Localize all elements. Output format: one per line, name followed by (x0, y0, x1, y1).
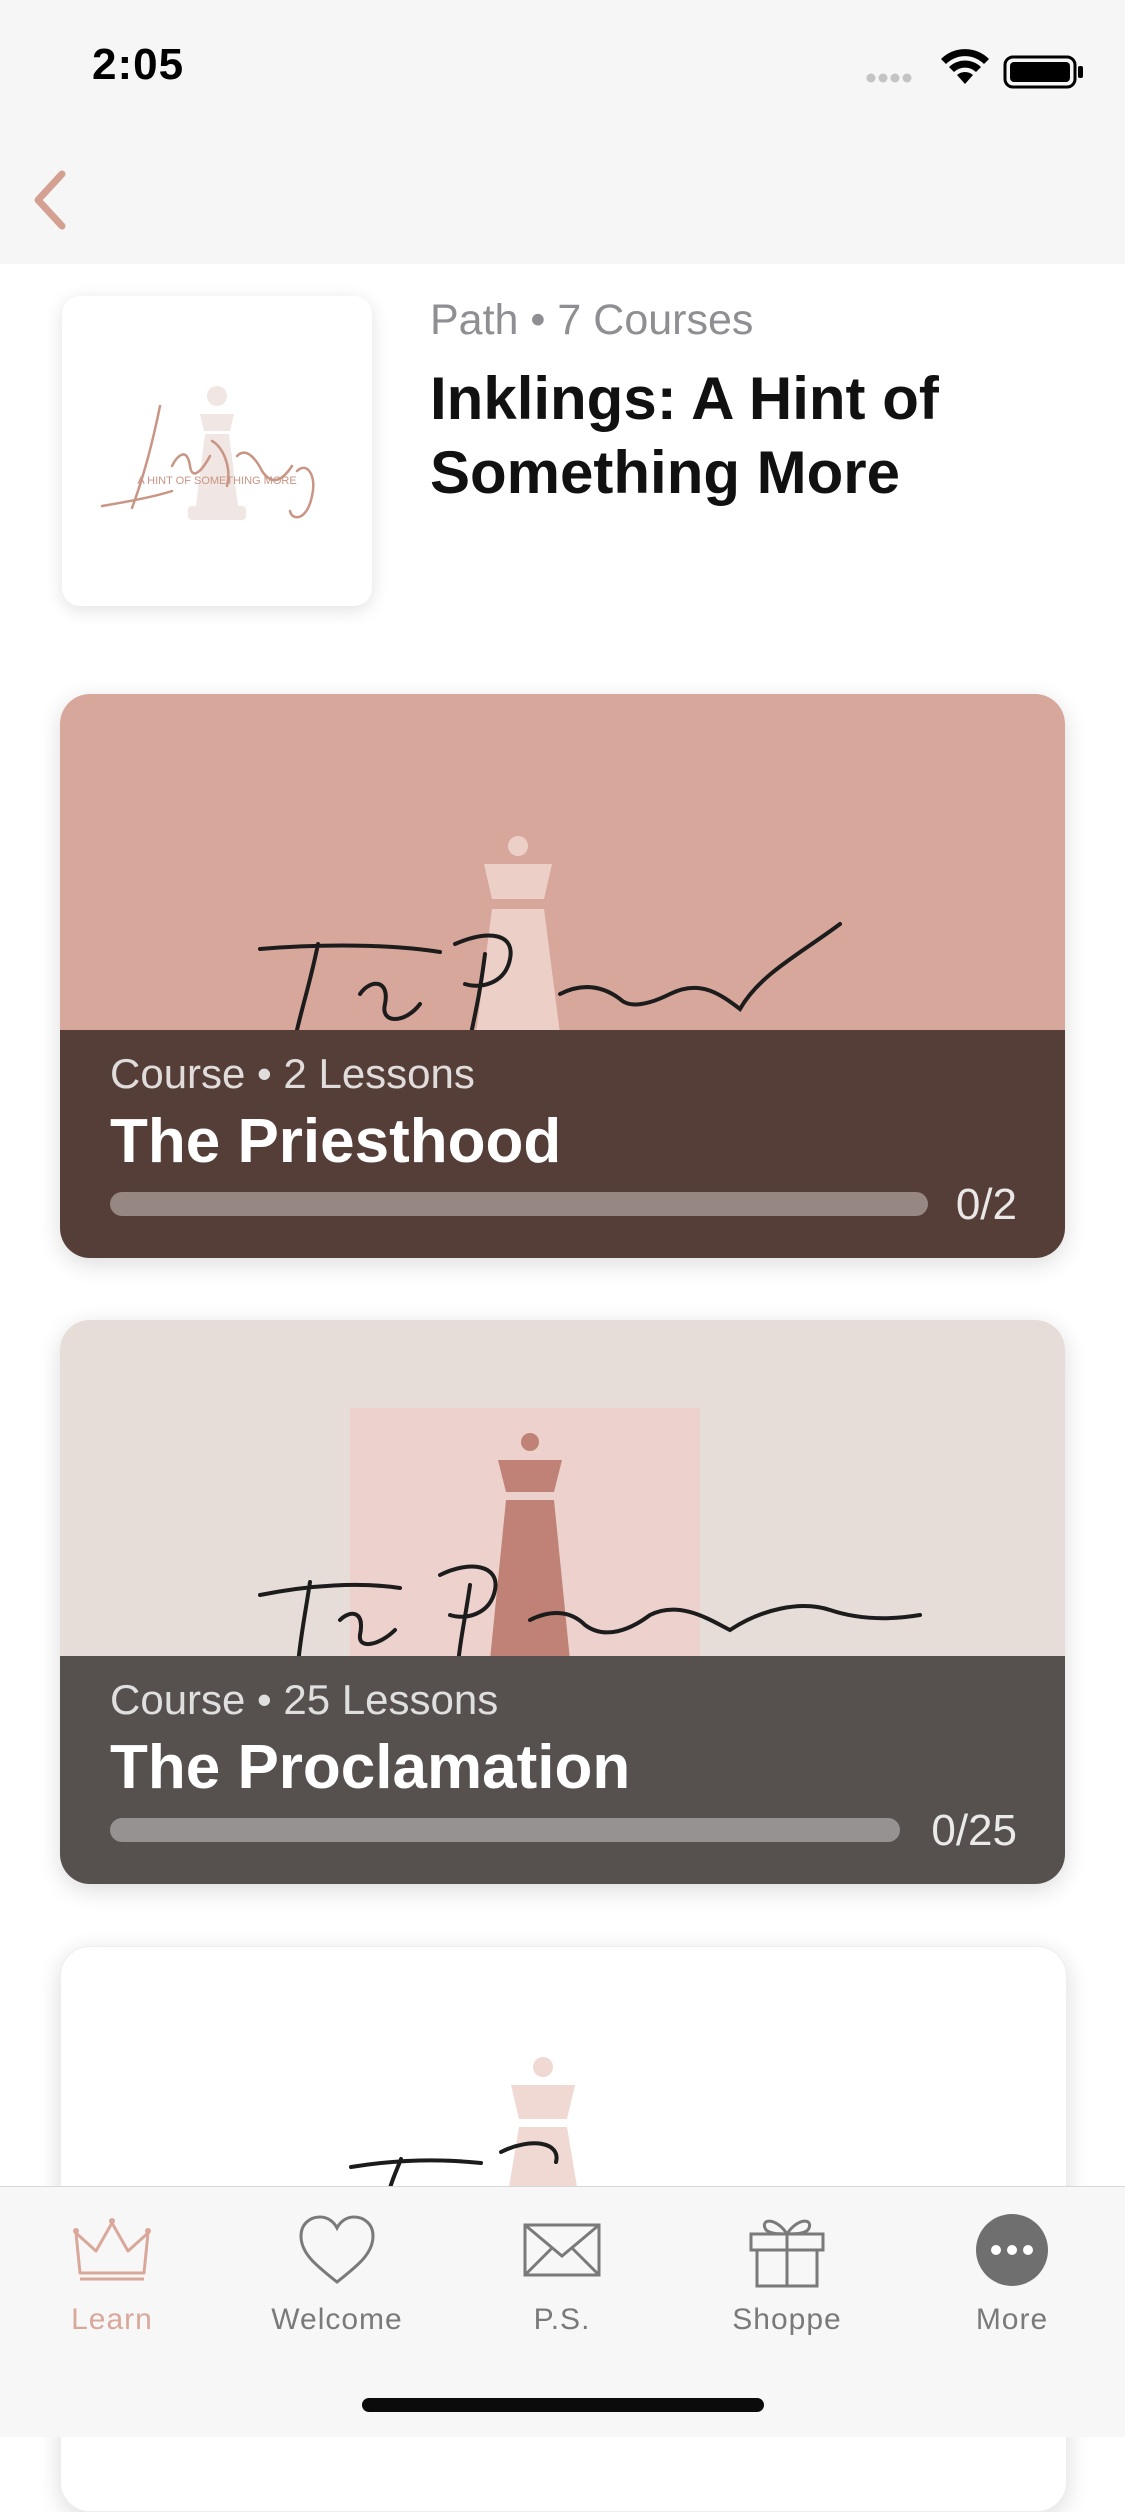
tab-more[interactable]: More (912, 2207, 1112, 2347)
tab-ps[interactable]: P.S. (462, 2207, 662, 2347)
chevron-left-icon (34, 170, 66, 230)
course-info-panel: Course • 25 Lessons The Proclamation 0/2… (60, 1656, 1065, 1884)
course-title: The Proclamation (110, 1733, 631, 1802)
course-title: The Priesthood (110, 1107, 562, 1176)
home-indicator (362, 2398, 764, 2412)
course-card-priesthood[interactable]: Course • 2 Lessons The Priesthood 0/2 (60, 694, 1065, 1258)
svg-text:A HINT OF SOMETHING MORE: A HINT OF SOMETHING MORE (137, 475, 296, 487)
more-icon (976, 2214, 1048, 2286)
chess-queen-icon (349, 2057, 577, 2194)
course-card-proclamation[interactable]: Course • 25 Lessons The Proclamation 0/2… (60, 1320, 1065, 1884)
wifi-icon (941, 49, 989, 84)
course-meta: Course • 25 Lessons (110, 1676, 499, 1723)
envelope-icon (523, 2223, 601, 2277)
tab-label: More (975, 2303, 1049, 2336)
status-icons (866, 49, 1083, 89)
tab-label: Welcome (271, 2303, 403, 2336)
chess-queen-icon (258, 836, 842, 1041)
crown-icon (73, 2218, 151, 2281)
tab-label: Shoppe (732, 2303, 842, 2336)
tab-label: Learn (71, 2303, 153, 2336)
inklings-logo: A HINT OF SOMETHING MORE (100, 386, 315, 520)
tab-shoppe[interactable]: Shoppe (687, 2207, 887, 2347)
back-button[interactable] (20, 160, 80, 240)
progress-bar (110, 1818, 900, 1842)
tab-label: P.S. (533, 2303, 591, 2336)
cellular-signal-icon (866, 73, 912, 83)
course-artwork (60, 694, 1065, 1041)
top-bar: 2:05 (0, 0, 1125, 264)
course-meta: Course • 2 Lessons (110, 1050, 475, 1097)
page-title: Inklings: A Hint of Something More (430, 365, 939, 506)
course-info-panel: Course • 2 Lessons The Priesthood 0/2 (60, 1030, 1065, 1258)
tab-learn[interactable]: Learn (12, 2207, 212, 2347)
path-thumbnail: A HINT OF SOMETHING MORE (62, 296, 372, 606)
progress-count: 0/2 (955, 1180, 1017, 1229)
progress-bar (110, 1192, 928, 1216)
heart-icon (299, 2215, 375, 2284)
battery-icon (1003, 55, 1083, 89)
tab-welcome[interactable]: Welcome (237, 2207, 437, 2347)
status-time: 2:05 (92, 40, 185, 89)
chess-queen-icon (258, 1408, 922, 1667)
progress-count: 0/25 (931, 1806, 1017, 1855)
gift-icon (749, 2219, 825, 2288)
course-artwork (60, 1320, 1065, 1667)
path-meta: Path • 7 Courses (430, 296, 754, 344)
